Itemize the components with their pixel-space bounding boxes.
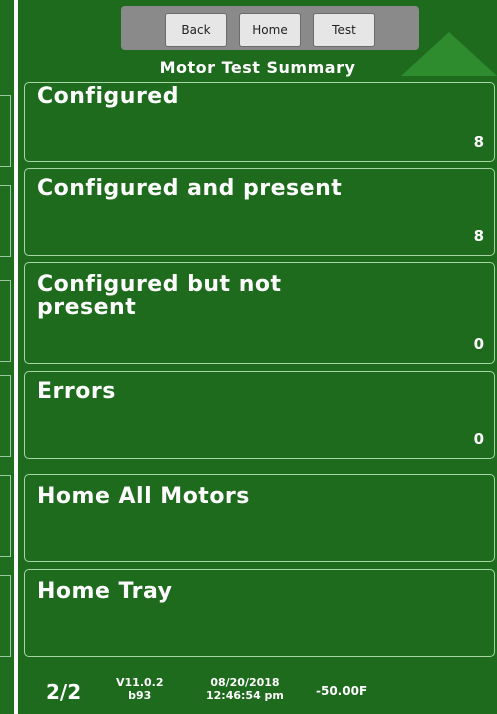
- test-button[interactable]: Test: [313, 13, 375, 47]
- up-triangle-icon[interactable]: [401, 32, 497, 76]
- item-label: Configured but not present: [37, 272, 282, 320]
- status-footer: 2/2 V11.0.2 b93 08/20/2018 12:46:54 pm -…: [18, 664, 497, 714]
- date-time: 08/20/2018 12:46:54 pm: [206, 676, 284, 702]
- item-configured[interactable]: Configured 8: [24, 82, 495, 162]
- adjacent-card-edge: [0, 185, 11, 257]
- home-all-motors-button[interactable]: Home All Motors: [24, 474, 495, 562]
- adjacent-card-edge: [0, 95, 11, 167]
- motor-test-summary-screen: Back Home Test Motor Test Summary Config…: [18, 0, 497, 714]
- version-number: V11.0.2: [116, 676, 164, 689]
- item-label: Home All Motors: [37, 484, 250, 509]
- home-button[interactable]: Home: [239, 13, 301, 47]
- temperature-readout: -50.00F: [316, 684, 368, 698]
- home-tray-button[interactable]: Home Tray: [24, 569, 495, 657]
- adjacent-card-edge: [0, 280, 11, 362]
- build-number: b93: [128, 689, 152, 702]
- adjacent-card-edge: [0, 375, 11, 457]
- time: 12:46:54 pm: [206, 689, 284, 702]
- version-info: V11.0.2 b93: [116, 676, 164, 702]
- back-button[interactable]: Back: [165, 13, 227, 47]
- item-value: 8: [473, 227, 484, 245]
- item-label: Configured: [37, 84, 179, 109]
- item-configured-and-present[interactable]: Configured and present 8: [24, 168, 495, 256]
- item-label: Home Tray: [37, 579, 173, 604]
- item-value: 0: [473, 335, 484, 353]
- item-label: Configured and present: [37, 176, 343, 201]
- item-errors[interactable]: Errors 0: [24, 371, 495, 459]
- adjacent-panel-strip: [0, 0, 14, 714]
- item-value: 8: [473, 133, 484, 151]
- adjacent-card-edge: [0, 475, 11, 557]
- item-label: Errors: [37, 379, 116, 404]
- item-configured-but-not-present[interactable]: Configured but not present 0: [24, 262, 495, 364]
- item-value: 0: [473, 430, 484, 448]
- adjacent-card-edge: [0, 575, 11, 657]
- date: 08/20/2018: [210, 676, 280, 689]
- page-indicator: 2/2: [46, 680, 82, 704]
